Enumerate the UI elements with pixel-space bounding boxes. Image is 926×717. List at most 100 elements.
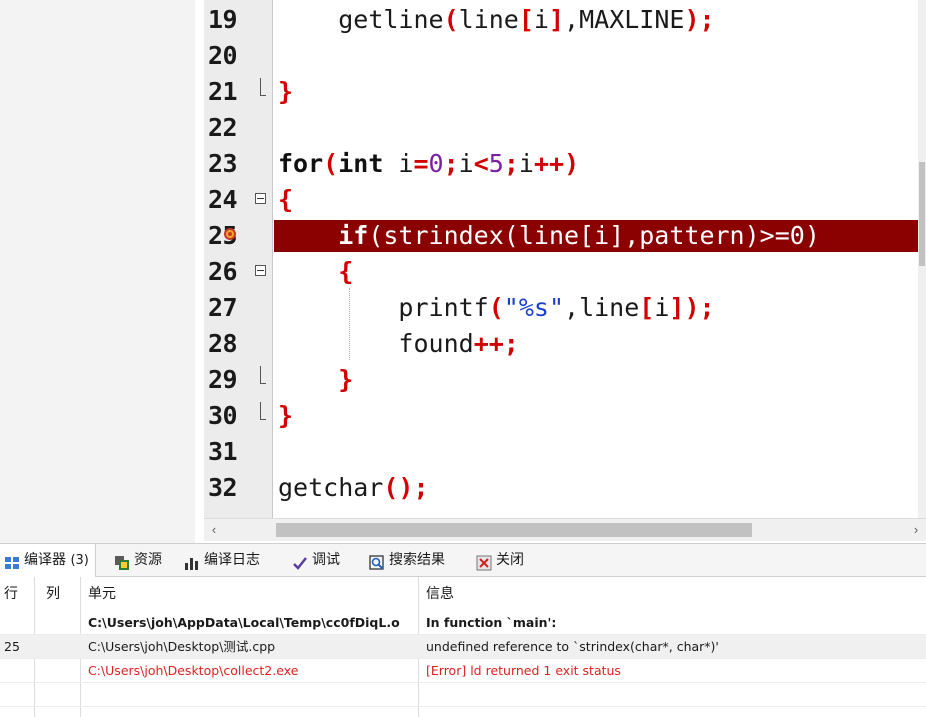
code-token: i xyxy=(533,5,549,34)
code-line-error[interactable]: 25 if(strindex(line[i],pattern)>=0) xyxy=(204,218,926,254)
message-cell-unit: C:\Users\joh\AppData\Local\Temp\cc0fDiqL… xyxy=(88,615,400,630)
code-token: ); xyxy=(684,293,715,322)
code-token: } xyxy=(278,401,294,430)
code-token: ( xyxy=(443,5,459,34)
code-token: [ xyxy=(518,5,534,34)
code-text[interactable]: } xyxy=(278,398,293,434)
header-unit[interactable]: 单元 xyxy=(88,577,116,611)
code-line[interactable]: 32 getchar(); xyxy=(204,470,926,506)
line-number[interactable]: 32 xyxy=(208,470,252,506)
tab-resources[interactable]: 资源 xyxy=(110,544,168,576)
code-text[interactable]: printf("%s",line[i]); xyxy=(278,290,715,326)
tab-compiler-count: (3) xyxy=(70,553,89,568)
message-cell-line: 25 xyxy=(4,639,20,654)
line-number[interactable]: 30 xyxy=(208,398,252,434)
header-line[interactable]: 行 xyxy=(4,577,18,611)
code-text[interactable]: } xyxy=(278,362,353,398)
code-text[interactable]: if(strindex(line[i],pattern)>=0) xyxy=(278,218,820,254)
code-line[interactable]: 24 { xyxy=(204,182,926,218)
horizontal-scrollbar[interactable]: ‹ › xyxy=(204,518,926,541)
header-column[interactable]: 列 xyxy=(46,577,60,611)
message-row[interactable] xyxy=(0,707,926,717)
code-text[interactable]: getline(line[i],MAXLINE); xyxy=(278,2,714,38)
code-token: ( xyxy=(323,149,339,178)
line-number[interactable]: 24 xyxy=(208,182,252,218)
fold-collapse-icon[interactable] xyxy=(254,254,268,290)
code-line[interactable]: 29 } xyxy=(204,362,926,398)
tab-debug-label: 调试 xyxy=(312,552,340,568)
line-number[interactable]: 28 xyxy=(208,326,252,362)
message-cell-info: undefined reference to `strindex(char*, … xyxy=(426,639,719,654)
code-line[interactable]: 30} xyxy=(204,398,926,434)
vertical-scrollbar[interactable] xyxy=(918,0,926,518)
code-line[interactable]: 19 getline(line[i],MAXLINE); xyxy=(204,2,926,38)
line-number[interactable]: 26 xyxy=(208,254,252,290)
code-token: printf xyxy=(398,293,489,322)
code-text[interactable]: { xyxy=(278,182,293,218)
fold-end-icon xyxy=(254,362,268,398)
code-line[interactable]: 20 xyxy=(204,38,926,74)
line-number[interactable]: 22 xyxy=(208,110,252,146)
fold-bracket xyxy=(260,78,266,96)
line-number[interactable]: 27 xyxy=(208,290,252,326)
code-token: (); xyxy=(383,473,429,502)
panel-splitter[interactable] xyxy=(195,0,204,543)
fold-collapse-icon[interactable] xyxy=(254,182,268,218)
code-line[interactable]: 23 for(int i=0;i<5;i++) xyxy=(204,146,926,182)
code-line[interactable]: 27 printf("%s",line[i]); xyxy=(204,290,926,326)
code-text[interactable]: found++; xyxy=(278,326,518,362)
code-token: ,line xyxy=(564,293,640,322)
vertical-scroll-thumb[interactable] xyxy=(919,162,925,266)
scroll-left-icon[interactable]: ‹ xyxy=(204,519,224,541)
error-marker-icon xyxy=(224,228,236,240)
tab-debug[interactable]: 调试 xyxy=(288,544,346,576)
message-cell-info: In function `main': xyxy=(426,615,557,630)
close-panel-icon xyxy=(476,551,492,571)
header-info[interactable]: 信息 xyxy=(426,577,454,611)
code-line[interactable]: 26 { xyxy=(204,254,926,290)
compiler-messages-table[interactable]: 行 列 单元 信息 C:\Users\joh\AppData\Local\Tem… xyxy=(0,577,926,717)
project-browser-panel[interactable] xyxy=(0,0,196,543)
line-number[interactable]: 21 xyxy=(208,74,252,110)
code-token: line xyxy=(458,5,519,34)
code-token: ; xyxy=(503,149,519,178)
tab-compile-log[interactable]: 编译日志 xyxy=(180,544,266,576)
code-token: int xyxy=(338,149,384,178)
tab-close[interactable]: 关闭 xyxy=(472,544,530,576)
code-token: "%s" xyxy=(503,293,565,322)
scroll-right-icon[interactable]: › xyxy=(906,519,926,541)
code-line[interactable]: 21} xyxy=(204,74,926,110)
code-token: (strindex(line[i],pattern)>=0) xyxy=(368,221,820,250)
message-row[interactable] xyxy=(0,683,926,707)
code-text[interactable]: } xyxy=(278,74,293,110)
message-row[interactable]: C:\Users\joh\Desktop\collect2.exe [Error]… xyxy=(0,659,926,683)
code-text[interactable]: { xyxy=(278,254,353,290)
line-number[interactable]: 31 xyxy=(208,434,252,470)
code-text[interactable]: getchar(); xyxy=(278,470,429,506)
debug-check-icon xyxy=(292,551,308,570)
code-token: i xyxy=(458,149,474,178)
code-token: i xyxy=(518,149,534,178)
code-token: found xyxy=(398,329,474,358)
line-number[interactable]: 29 xyxy=(208,362,252,398)
message-row[interactable]: C:\Users\joh\AppData\Local\Temp\cc0fDiqL… xyxy=(0,611,926,635)
horizontal-scroll-thumb[interactable] xyxy=(276,523,752,537)
code-text[interactable]: for(int i=0;i<5;i++) xyxy=(278,146,579,182)
tab-search-results[interactable]: 搜索结果 xyxy=(365,544,451,576)
tab-resources-label: 资源 xyxy=(134,552,162,568)
tab-compiler-label: 编译器 xyxy=(24,552,66,568)
line-number[interactable]: 19 xyxy=(208,2,252,38)
message-cell-unit: C:\Users\joh\Desktop\测试.cpp xyxy=(88,639,276,654)
code-token: { xyxy=(278,185,294,214)
line-number[interactable]: 20 xyxy=(208,38,252,74)
code-line[interactable]: 22 xyxy=(204,110,926,146)
line-number[interactable]: 23 xyxy=(208,146,252,182)
code-editor[interactable]: 19 getline(line[i],MAXLINE); 20 21} 22 23 for… xyxy=(204,0,926,543)
code-line[interactable]: 31 xyxy=(204,434,926,470)
code-token: [ xyxy=(639,293,655,322)
tab-compiler[interactable]: 编译器 (3) xyxy=(0,544,96,577)
message-row[interactable]: 25 C:\Users\joh\Desktop\测试.cpp undefined r… xyxy=(0,635,926,659)
compile-log-chart-icon xyxy=(184,551,200,570)
code-line[interactable]: 28 found++; xyxy=(204,326,926,362)
